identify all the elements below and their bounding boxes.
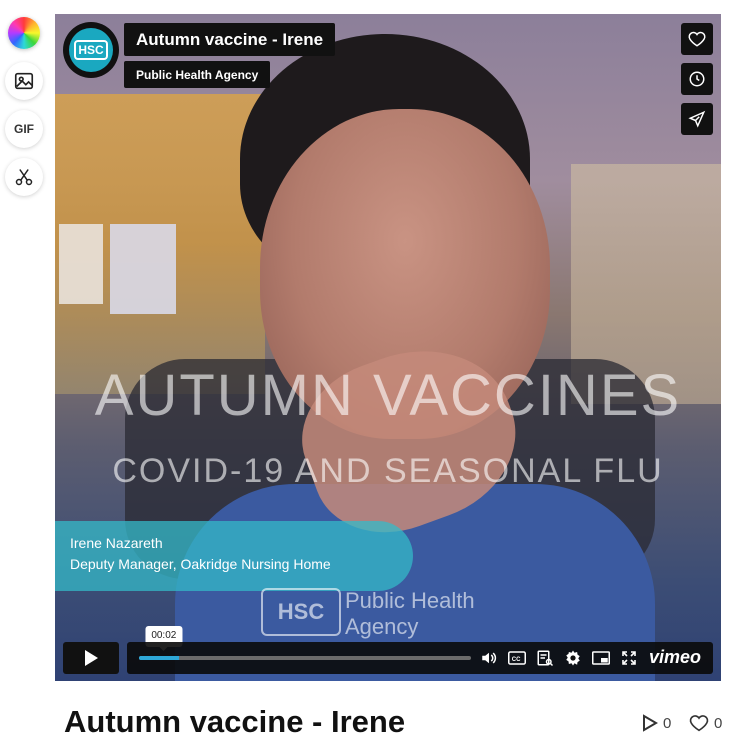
video-player[interactable]: AUTUMN VACCINES COVID-19 AND SEASONAL FL…: [55, 14, 721, 681]
speaker-role: Deputy Manager, Oakridge Nursing Home: [70, 556, 331, 572]
volume-button[interactable]: [479, 648, 499, 668]
speaker-name: Irene Nazareth: [70, 535, 163, 551]
overlay-subheadline: COVID-19 AND SEASONAL FLU: [112, 452, 664, 490]
watermark-line1: Public Health: [345, 588, 475, 613]
background-poster: [110, 224, 176, 314]
fullscreen-icon: [622, 651, 636, 665]
volume-icon: [482, 652, 497, 664]
color-picker-button[interactable]: [5, 14, 43, 52]
watermark-logo: HSC: [261, 588, 341, 636]
gear-icon: [566, 650, 580, 666]
image-button[interactable]: [5, 62, 43, 100]
channel-avatar[interactable]: HSC: [63, 22, 119, 78]
tool-rail: GIF: [5, 14, 43, 206]
transcript-icon: [537, 650, 554, 667]
captions-button[interactable]: CC: [507, 648, 527, 668]
image-icon: [14, 72, 34, 90]
clip-button[interactable]: [5, 158, 43, 196]
gif-button[interactable]: GIF: [5, 110, 43, 148]
likes-value: 0: [714, 714, 723, 732]
heart-outline-icon: [689, 715, 709, 732]
overlay-headline: AUTUMN VACCINES: [94, 363, 682, 428]
plays-value: 0: [663, 714, 672, 732]
settings-button[interactable]: [563, 648, 583, 668]
scissors-icon: [15, 169, 33, 186]
progress-fill: [139, 656, 179, 660]
play-button[interactable]: [63, 642, 119, 674]
gif-label: GIF: [14, 122, 34, 136]
transcript-button[interactable]: [535, 648, 555, 668]
clock-icon: [689, 71, 705, 87]
picture-in-picture-button[interactable]: [591, 648, 611, 668]
control-bar: CC vimeo: [127, 642, 713, 674]
video-title-link[interactable]: Autumn vaccine - Irene: [124, 23, 336, 56]
play-outline-icon: [643, 714, 658, 732]
background-poster: [59, 224, 103, 304]
share-button[interactable]: [681, 103, 713, 135]
svg-text:CC: CC: [512, 657, 521, 663]
watch-later-button[interactable]: [681, 63, 713, 95]
likes-count[interactable]: 0: [689, 714, 722, 732]
channel-logo: HSC: [69, 28, 113, 72]
page-title: Autumn vaccine - Irene: [64, 704, 406, 739]
channel-logo-text: HSC: [74, 40, 108, 60]
picture-in-picture-icon: [592, 651, 610, 665]
heart-icon: [688, 31, 706, 47]
owner-link[interactable]: Public Health Agency: [124, 61, 271, 88]
closed-captions-icon: CC: [508, 651, 526, 665]
progress-bar[interactable]: [139, 656, 471, 660]
send-icon: [688, 110, 706, 128]
lower-third-caption: Irene Nazareth Deputy Manager, Oakridge …: [55, 521, 413, 591]
vimeo-logo[interactable]: vimeo: [649, 647, 701, 668]
watermark-line2: Agency: [345, 614, 419, 639]
watermark-text: Public Health Agency: [345, 588, 475, 640]
like-button[interactable]: [681, 23, 713, 55]
plays-count: 0: [642, 714, 671, 732]
color-wheel-icon: [8, 17, 40, 49]
fullscreen-button[interactable]: [619, 648, 639, 668]
play-icon: [85, 650, 98, 666]
